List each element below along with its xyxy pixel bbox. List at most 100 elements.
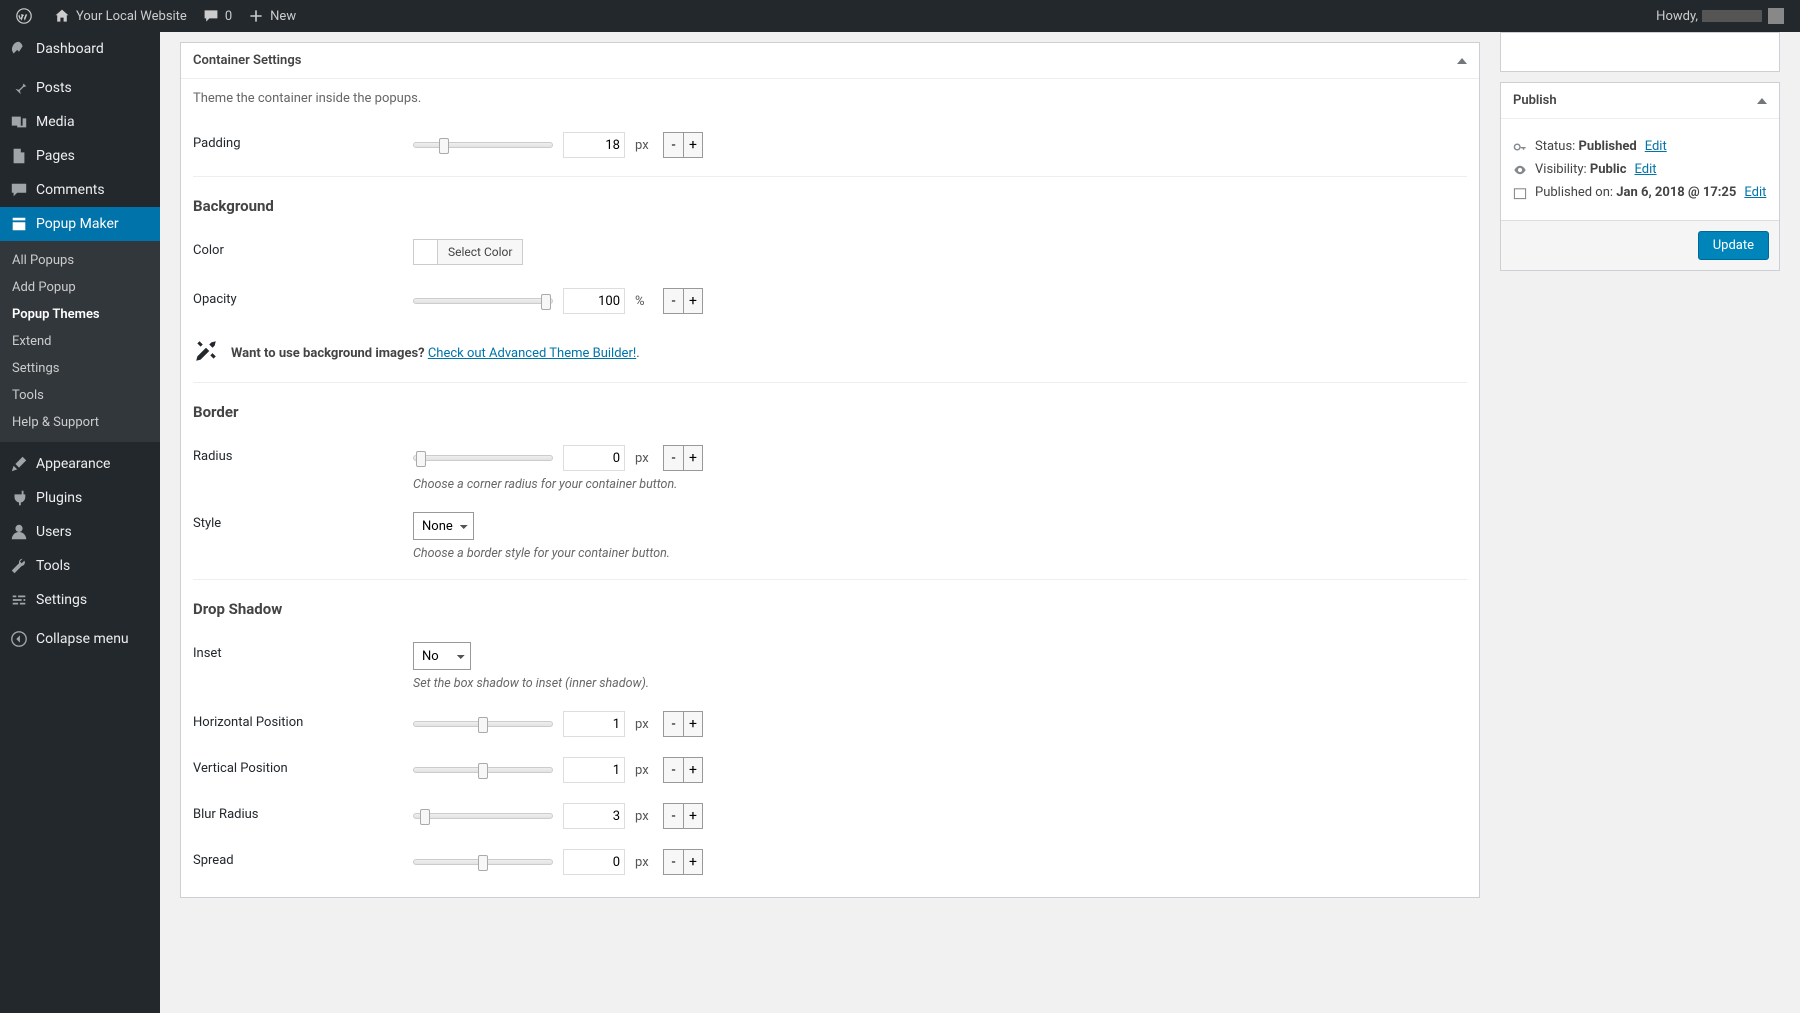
- media-icon: [10, 113, 28, 131]
- menu-dashboard[interactable]: Dashboard: [0, 32, 160, 66]
- padding-slider[interactable]: [413, 142, 553, 148]
- collapse-icon: [1757, 98, 1767, 104]
- padding-plus[interactable]: +: [683, 132, 703, 158]
- page-icon: [10, 147, 28, 165]
- username-redacted: [1702, 10, 1762, 22]
- popup-icon: [10, 215, 28, 233]
- color-picker[interactable]: Select Color: [413, 239, 523, 265]
- submenu-popup-themes[interactable]: Popup Themes: [0, 301, 160, 328]
- edit-visibility[interactable]: Edit: [1635, 162, 1657, 177]
- site-link[interactable]: Your Local Website: [46, 0, 195, 32]
- radius-label: Radius: [193, 445, 413, 464]
- panel-title: Container Settings: [193, 53, 301, 68]
- blur-input[interactable]: [563, 803, 625, 829]
- hp-minus[interactable]: -: [663, 711, 683, 737]
- submenu-help[interactable]: Help & Support: [0, 409, 160, 436]
- edit-status[interactable]: Edit: [1645, 139, 1667, 154]
- eye-icon: [1513, 163, 1527, 177]
- spread-plus[interactable]: +: [683, 849, 703, 875]
- dashboard-icon: [10, 40, 28, 58]
- tools-icon: [193, 338, 219, 368]
- vp-input[interactable]: [563, 757, 625, 783]
- plug-icon: [10, 489, 28, 507]
- inset-label: Inset: [193, 642, 413, 661]
- padding-minus[interactable]: -: [663, 132, 683, 158]
- collapse-icon: [1457, 58, 1467, 64]
- radius-minus[interactable]: -: [663, 445, 683, 471]
- popup-maker-submenu: All Popups Add Popup Popup Themes Extend…: [0, 241, 160, 442]
- menu-tools[interactable]: Tools: [0, 549, 160, 583]
- hp-slider[interactable]: [413, 721, 553, 727]
- edit-date[interactable]: Edit: [1744, 185, 1766, 200]
- menu-settings[interactable]: Settings: [0, 583, 160, 617]
- style-hint: Choose a border style for your container…: [413, 546, 1467, 561]
- pin-icon: [10, 79, 28, 97]
- container-settings-panel: Container Settings Theme the container i…: [180, 42, 1480, 898]
- menu-comments[interactable]: Comments: [0, 173, 160, 207]
- radius-plus[interactable]: +: [683, 445, 703, 471]
- home-icon: [54, 8, 70, 24]
- panel-header[interactable]: Container Settings: [181, 43, 1479, 79]
- submenu-extend[interactable]: Extend: [0, 328, 160, 355]
- promo-link[interactable]: Check out Advanced Theme Builder!: [428, 346, 636, 361]
- publish-header[interactable]: Publish: [1501, 83, 1779, 119]
- new-link[interactable]: New: [240, 0, 304, 32]
- hp-input[interactable]: [563, 711, 625, 737]
- radius-input[interactable]: [563, 445, 625, 471]
- color-swatch: [414, 240, 438, 264]
- menu-media[interactable]: Media: [0, 105, 160, 139]
- menu-plugins[interactable]: Plugins: [0, 481, 160, 515]
- comments-link[interactable]: 0: [195, 0, 240, 32]
- radius-unit: px: [635, 451, 653, 466]
- admin-bar: Your Local Website 0 New Howdy,: [0, 0, 1800, 32]
- blur-plus[interactable]: +: [683, 803, 703, 829]
- submenu-add-popup[interactable]: Add Popup: [0, 274, 160, 301]
- opacity-unit: %: [635, 294, 653, 309]
- submenu-tools[interactable]: Tools: [0, 382, 160, 409]
- calendar-icon: [1513, 186, 1527, 200]
- wp-logo[interactable]: [8, 0, 46, 32]
- background-title: Background: [193, 197, 1467, 215]
- panel-description: Theme the container inside the popups.: [193, 91, 1467, 106]
- publish-panel: Publish Status: Published Edit Visibilit…: [1500, 82, 1780, 271]
- user-menu[interactable]: Howdy,: [1648, 0, 1792, 32]
- vp-plus[interactable]: +: [683, 757, 703, 783]
- menu-appearance[interactable]: Appearance: [0, 447, 160, 481]
- comment-icon: [203, 8, 219, 24]
- spread-input[interactable]: [563, 849, 625, 875]
- color-label: Color: [193, 239, 413, 258]
- menu-pages[interactable]: Pages: [0, 139, 160, 173]
- vp-minus[interactable]: -: [663, 757, 683, 783]
- hp-plus[interactable]: +: [683, 711, 703, 737]
- style-label: Style: [193, 512, 413, 531]
- spread-minus[interactable]: -: [663, 849, 683, 875]
- blur-slider[interactable]: [413, 813, 553, 819]
- opacity-slider[interactable]: [413, 298, 553, 304]
- submenu-all-popups[interactable]: All Popups: [0, 247, 160, 274]
- vp-slider[interactable]: [413, 767, 553, 773]
- submenu-settings[interactable]: Settings: [0, 355, 160, 382]
- blur-minus[interactable]: -: [663, 803, 683, 829]
- brush-icon: [10, 455, 28, 473]
- opacity-input[interactable]: [563, 288, 625, 314]
- key-icon: [1513, 140, 1527, 154]
- style-select[interactable]: None: [413, 512, 474, 540]
- opacity-minus[interactable]: -: [663, 288, 683, 314]
- shadow-title: Drop Shadow: [193, 600, 1467, 618]
- wordpress-icon: [16, 8, 32, 24]
- comment-icon: [10, 181, 28, 199]
- padding-input[interactable]: [563, 132, 625, 158]
- sliders-icon: [10, 591, 28, 609]
- spread-slider[interactable]: [413, 859, 553, 865]
- update-button[interactable]: Update: [1698, 231, 1769, 260]
- padding-unit: px: [635, 138, 653, 153]
- user-icon: [10, 523, 28, 541]
- menu-posts[interactable]: Posts: [0, 71, 160, 105]
- menu-popup-maker[interactable]: Popup Maker: [0, 207, 160, 241]
- radius-slider[interactable]: [413, 455, 553, 461]
- menu-collapse[interactable]: Collapse menu: [0, 622, 160, 656]
- inset-select[interactable]: No: [413, 642, 471, 670]
- menu-users[interactable]: Users: [0, 515, 160, 549]
- opacity-plus[interactable]: +: [683, 288, 703, 314]
- vp-label: Vertical Position: [193, 757, 413, 776]
